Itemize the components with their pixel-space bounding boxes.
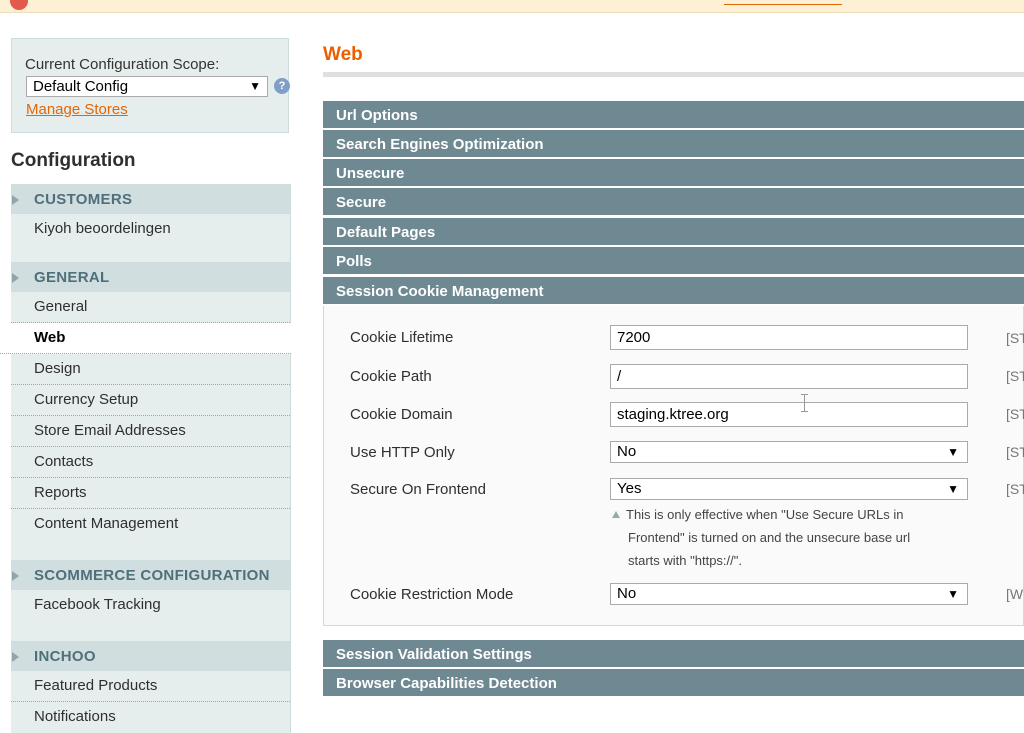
- nav-item-design[interactable]: Design: [11, 354, 290, 385]
- scope-indicator: [ST: [1006, 368, 1024, 384]
- manage-stores-link[interactable]: Manage Stores: [26, 101, 128, 118]
- nav-group-header[interactable]: GENERAL: [11, 262, 290, 292]
- nav-item-currency-setup[interactable]: Currency Setup: [11, 385, 290, 416]
- nav-item-reports[interactable]: Reports: [11, 478, 290, 509]
- cookie-restriction-select[interactable]: No ▼: [610, 583, 968, 605]
- scope-select-value: Default Config: [33, 78, 129, 95]
- http-only-value: No: [617, 443, 637, 460]
- system-message-bar: [0, 0, 1024, 13]
- configuration-heading: Configuration: [0, 133, 290, 185]
- text-cursor-icon: [801, 394, 808, 412]
- scope-indicator: [ST: [1006, 330, 1024, 346]
- secure-frontend-value: Yes: [617, 480, 642, 497]
- nav-item-contacts[interactable]: Contacts: [11, 447, 290, 478]
- dropdown-arrow-icon: ▼: [947, 445, 959, 459]
- scope-indicator: [W: [1006, 586, 1024, 602]
- page-title: Web: [323, 44, 363, 65]
- section-browser-capabilities[interactable]: Browser Capabilities Detection: [323, 669, 1024, 697]
- scope-label: Current Configuration Scope:: [25, 56, 220, 73]
- nav-item-featured-products[interactable]: Featured Products: [11, 671, 290, 702]
- dropdown-arrow-icon: ▼: [249, 79, 261, 93]
- nav-item-notifications[interactable]: Notifications: [11, 702, 290, 733]
- dropdown-arrow-icon: ▼: [947, 482, 959, 496]
- cookie-restriction-label: Cookie Restriction Mode: [350, 586, 514, 603]
- note-line: This is only effective when "Use Secure …: [626, 507, 904, 522]
- note-line: starts with "https://".: [628, 553, 742, 568]
- nav-group-inchoo: INCHOO Featured Products Notifications: [11, 641, 291, 733]
- section-url-options[interactable]: Url Options: [323, 101, 1024, 129]
- section-session-validation[interactable]: Session Validation Settings: [323, 640, 1024, 668]
- section-default-pages[interactable]: Default Pages: [323, 218, 1024, 246]
- nav-group-general: GENERAL General Web Design Currency Setu…: [0, 262, 291, 560]
- scope-indicator: [ST: [1006, 444, 1024, 460]
- scope-indicator: [ST: [1006, 481, 1024, 497]
- cookie-path-label: Cookie Path: [350, 368, 432, 385]
- cookie-lifetime-input[interactable]: 7200: [610, 325, 968, 350]
- section-secure[interactable]: Secure: [323, 188, 1024, 216]
- nav-item-kiyoh[interactable]: Kiyoh beoordelingen: [11, 214, 290, 245]
- nav-item-facebook-tracking[interactable]: Facebook Tracking: [11, 590, 290, 621]
- cookie-restriction-value: No: [617, 585, 637, 602]
- cookie-domain-input[interactable]: staging.ktree.org: [610, 402, 968, 427]
- nav-group-header[interactable]: SCOMMERCE CONFIGURATION: [11, 560, 290, 590]
- note-triangle-icon: [612, 511, 620, 518]
- section-seo[interactable]: Search Engines Optimization: [323, 130, 1024, 158]
- section-polls[interactable]: Polls: [323, 247, 1024, 275]
- system-message-link-underline[interactable]: [724, 4, 842, 5]
- dropdown-arrow-icon: ▼: [947, 587, 959, 601]
- cookie-path-input[interactable]: /: [610, 364, 968, 389]
- cookie-lifetime-label: Cookie Lifetime: [350, 329, 454, 346]
- scope-select[interactable]: Default Config ▼: [26, 76, 268, 97]
- nav-group-scommerce: SCOMMERCE CONFIGURATION Facebook Trackin…: [11, 560, 291, 641]
- cookie-domain-label: Cookie Domain: [350, 406, 453, 423]
- section-session-cookie[interactable]: Session Cookie Management: [323, 277, 1024, 305]
- help-icon[interactable]: ?: [274, 78, 290, 94]
- session-cookie-panel: [323, 306, 1024, 626]
- nav-group-customers: CUSTOMERS Kiyoh beoordelingen: [11, 184, 291, 262]
- nav-group-header[interactable]: CUSTOMERS: [11, 184, 290, 214]
- nav-item-web[interactable]: Web: [0, 323, 291, 354]
- http-only-select[interactable]: No ▼: [610, 441, 968, 463]
- secure-frontend-select[interactable]: Yes ▼: [610, 478, 968, 500]
- nav-item-content-management[interactable]: Content Management: [11, 509, 290, 540]
- http-only-label: Use HTTP Only: [350, 444, 455, 461]
- note-line: Frontend" is turned on and the unsecure …: [628, 530, 911, 545]
- nav-item-general[interactable]: General: [11, 292, 290, 323]
- nav-group-header[interactable]: INCHOO: [11, 641, 290, 671]
- nav-item-store-email[interactable]: Store Email Addresses: [11, 416, 290, 447]
- section-unsecure[interactable]: Unsecure: [323, 159, 1024, 187]
- scope-indicator: [ST: [1006, 406, 1024, 422]
- title-divider: [323, 72, 1024, 77]
- field-note: This is only effective when "Use Secure …: [612, 503, 952, 572]
- scope-switcher: Current Configuration Scope: Default Con…: [11, 38, 290, 133]
- secure-frontend-label: Secure On Frontend: [350, 481, 486, 498]
- error-icon: [10, 0, 28, 10]
- config-sidebar-nav: CUSTOMERS Kiyoh beoordelingen GENERAL Ge…: [0, 184, 291, 733]
